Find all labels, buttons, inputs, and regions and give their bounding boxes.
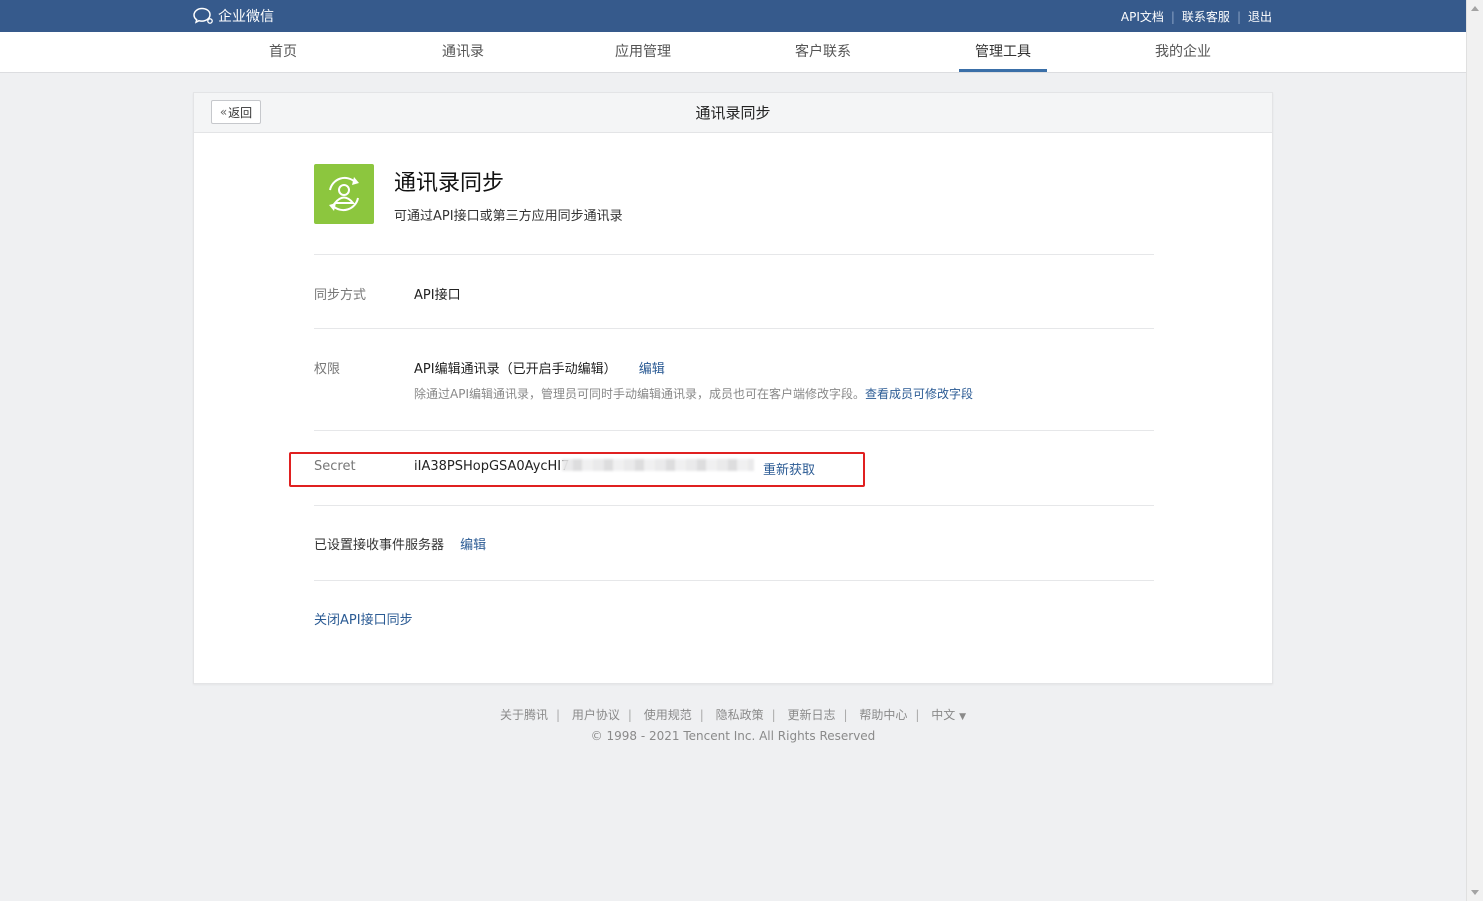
wecom-logo-icon <box>193 7 213 24</box>
tab-customer-contact[interactable]: 客户联系 <box>779 32 867 72</box>
close-api-sync-link[interactable]: 关闭API接口同步 <box>314 609 413 628</box>
brand-name: 企业微信 <box>218 9 274 25</box>
language-label: 中文 <box>931 708 956 722</box>
footer-link-usage-rules[interactable]: 使用规范 <box>644 708 692 722</box>
divider: | <box>627 708 632 722</box>
divider: | <box>915 708 920 722</box>
card-title: 通讯录同步 <box>695 104 771 122</box>
tab-contacts[interactable]: 通讯录 <box>419 32 507 72</box>
vertical-scrollbar[interactable] <box>1466 0 1483 901</box>
refresh-secret-link[interactable]: 重新获取 <box>763 459 815 478</box>
divider: | <box>843 708 848 722</box>
contacts-sync-icon <box>314 164 374 224</box>
event-server-edit-link[interactable]: 编辑 <box>460 538 486 553</box>
secret-value: iIA38PSHopGSA0AycHI7 <box>414 459 570 474</box>
top-links: API文档 | 联系客服 | 退出 <box>1121 8 1272 25</box>
divider <box>314 430 1154 431</box>
divider: | <box>771 708 776 722</box>
divider: | <box>1236 9 1241 24</box>
main-nav: 首页 通讯录 应用管理 客户联系 管理工具 我的企业 <box>0 32 1466 73</box>
event-server-row: 已设置接收事件服务器 编辑 <box>314 534 486 553</box>
footer-link-help[interactable]: 帮助中心 <box>859 708 907 722</box>
tab-my-company[interactable]: 我的企业 <box>1139 32 1227 72</box>
divider <box>314 254 1154 255</box>
back-label: 返回 <box>228 105 253 120</box>
permission-text: API编辑通讯录（已开启手动编辑） <box>414 362 617 377</box>
tab-management-tools[interactable]: 管理工具 <box>959 32 1047 72</box>
divider: | <box>1170 9 1175 24</box>
double-chevron-left-icon: « <box>219 105 228 119</box>
app-description: 可通过API接口或第三方应用同步通讯录 <box>394 209 623 224</box>
card-header: 通讯录同步 « 返回 <box>194 93 1272 133</box>
divider <box>314 505 1154 506</box>
divider: | <box>555 708 560 722</box>
permission-hint-text: 除通过API编辑通讯录，管理员可同时手动编辑通讯录，成员也可在客户端修改字段。 <box>414 387 865 401</box>
sync-mode-value: API接口 <box>414 288 461 303</box>
copyright: © 1998 - 2021 Tencent Inc. All Rights Re… <box>590 729 876 743</box>
sync-mode-label: 同步方式 <box>314 288 367 303</box>
divider <box>314 580 1154 581</box>
top-bar: 企业微信 API文档 | 联系客服 | 退出 <box>0 0 1466 32</box>
caret-down-icon: ▼ <box>959 712 967 722</box>
event-server-label: 已设置接收事件服务器 <box>314 538 445 553</box>
secret-redaction <box>562 459 754 471</box>
footer-link-user-agreement[interactable]: 用户协议 <box>572 708 620 722</box>
divider: | <box>699 708 704 722</box>
footer-link-changelog[interactable]: 更新日志 <box>788 708 836 722</box>
permission-hint: 除通过API编辑通讯录，管理员可同时手动编辑通讯录，成员也可在客户端修改字段。查… <box>414 385 973 402</box>
contact-support-link[interactable]: 联系客服 <box>1182 8 1230 25</box>
app-name: 通讯录同步 <box>394 171 505 196</box>
permission-label: 权限 <box>314 362 341 377</box>
footer-link-privacy[interactable]: 隐私政策 <box>716 708 764 722</box>
brand-logo[interactable]: 企业微信 <box>193 6 274 26</box>
api-doc-link[interactable]: API文档 <box>1121 8 1164 25</box>
scroll-down-icon[interactable] <box>1471 890 1479 895</box>
footer-link-about[interactable]: 关于腾讯 <box>500 708 548 722</box>
permission-value: API编辑通讯录（已开启手动编辑） 编辑 <box>414 358 665 377</box>
footer-links: 关于腾讯 | 用户协议 | 使用规范 | 隐私政策 | 更新日志 | 帮助中心 | 中文 ▼ <box>0 706 1466 723</box>
tab-app-management[interactable]: 应用管理 <box>599 32 687 72</box>
view-editable-fields-link[interactable]: 查看成员可修改字段 <box>865 387 973 401</box>
sync-settings-card: 通讯录同步 « 返回 通讯录同步 可通过API接口或第三方应用同步通讯录 同步方… <box>193 92 1273 684</box>
divider <box>314 328 1154 329</box>
logout-link[interactable]: 退出 <box>1248 8 1272 25</box>
secret-label: Secret <box>314 459 356 474</box>
back-button[interactable]: « 返回 <box>211 100 261 124</box>
tab-home[interactable]: 首页 <box>239 32 327 72</box>
scroll-up-icon[interactable] <box>1471 6 1479 11</box>
permission-edit-link[interactable]: 编辑 <box>639 362 665 377</box>
language-selector[interactable]: 中文 ▼ <box>931 708 966 722</box>
